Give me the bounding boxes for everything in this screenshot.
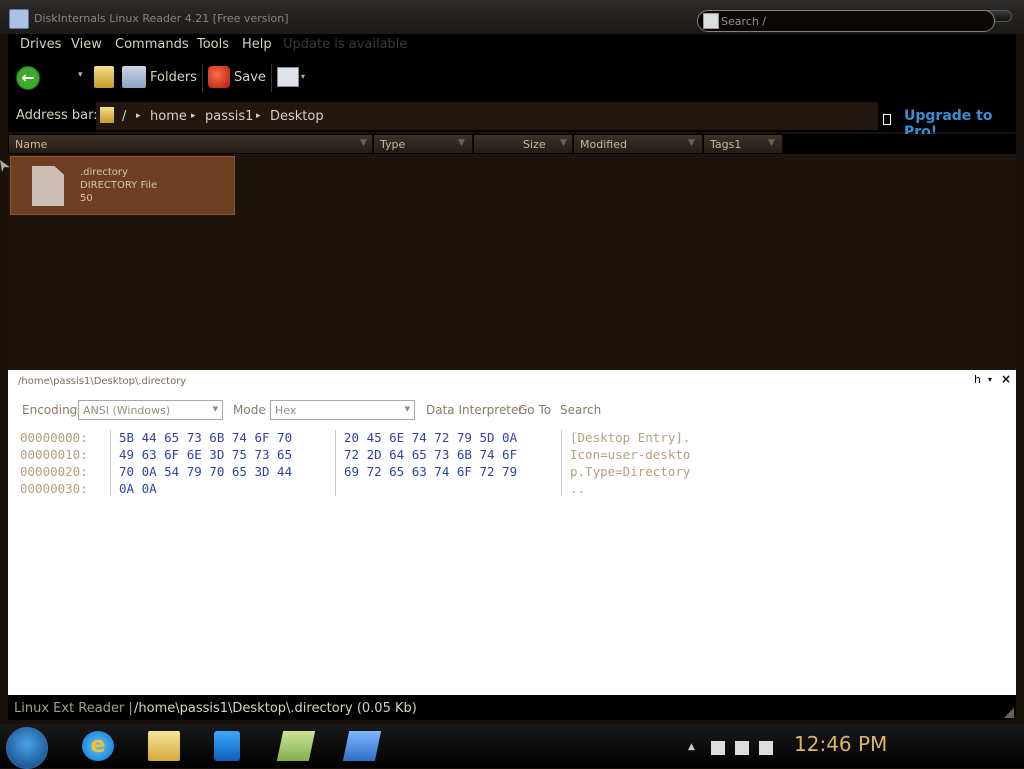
search-link[interactable]: Search [560, 403, 601, 417]
hex-offset: 00000020: [20, 464, 88, 479]
column-type-label: Type [380, 138, 406, 151]
mode-value: Hex [275, 404, 297, 417]
linux-reader-taskbar-icon[interactable] [342, 731, 382, 761]
data-interpreter-link[interactable]: Data Interpreter [426, 403, 523, 417]
chevron-right-icon[interactable]: ▸ [136, 111, 141, 121]
start-button[interactable] [6, 727, 48, 769]
resize-grip[interactable] [1004, 708, 1014, 718]
action-center-icon[interactable] [711, 741, 725, 755]
folders-icon[interactable] [122, 66, 146, 88]
hex-viewer-path: /home\passis1\Desktop\.directory [18, 376, 187, 387]
folder-up-icon[interactable] [94, 66, 114, 88]
column-name[interactable]: Name ▼ [9, 135, 373, 153]
breadcrumb-home[interactable]: home [150, 109, 187, 124]
network-icon[interactable] [735, 741, 749, 755]
chevron-down-icon: ▼ [212, 405, 218, 413]
hex-ascii[interactable]: p.Type=Directory [570, 464, 690, 479]
hex-divider [110, 430, 111, 496]
upgrade-icon [883, 114, 891, 125]
toolbar-separator [202, 64, 203, 92]
save-button[interactable]: Save [234, 70, 266, 85]
volume-muted-icon[interactable] [759, 741, 773, 755]
breadcrumb-passis1[interactable]: passis1 [205, 109, 253, 124]
filter-icon[interactable]: ▼ [768, 138, 775, 148]
search-placeholder: Search / [721, 15, 766, 28]
hex-bytes[interactable]: 0A 0A [119, 481, 157, 496]
window-title: DiskInternals Linux Reader 4.21 [Free ve… [34, 12, 289, 25]
mode-label: Mode [233, 403, 266, 417]
view-mode-icon[interactable] [277, 67, 299, 87]
file-type: DIRECTORY File [80, 180, 158, 191]
menu-help[interactable]: Help [242, 37, 272, 52]
hex-bytes[interactable]: 72 2D 64 65 73 6B 74 6F [344, 447, 517, 462]
chevron-right-icon[interactable]: ▸ [256, 111, 261, 121]
column-tags-label: Tags1 [710, 138, 742, 151]
hex-divider [561, 430, 562, 496]
chevron-right-icon[interactable]: ▸ [191, 111, 196, 121]
column-name-label: Name [15, 138, 48, 151]
hex-offset: 00000000: [20, 430, 88, 445]
close-icon[interactable]: × [1001, 372, 1011, 386]
file-icon [32, 166, 64, 206]
filter-icon[interactable]: ▼ [360, 138, 367, 148]
column-modified[interactable]: Modified ▼ [574, 135, 703, 153]
view-dropdown-icon[interactable]: ▾ [301, 72, 305, 81]
menu-tools[interactable]: Tools [197, 37, 229, 52]
address-bar-label: Address bar: [16, 108, 98, 123]
hex-ascii[interactable]: Icon=user-deskto [570, 447, 690, 462]
update-notice[interactable]: Update is available [283, 37, 407, 52]
hex-offset: 00000030: [20, 481, 88, 496]
internet-explorer-icon[interactable]: e [82, 731, 114, 761]
search-icon [703, 13, 719, 29]
media-player-icon[interactable] [214, 731, 240, 761]
history-dropdown-icon[interactable]: ▾ [78, 70, 83, 80]
folder-icon [100, 107, 114, 123]
filter-icon[interactable]: ▼ [560, 138, 567, 148]
menu-view[interactable]: View [71, 37, 102, 52]
status-reader-name: Linux Ext Reader | [14, 701, 133, 716]
encoding-label: Encoding [22, 403, 78, 417]
save-icon[interactable] [208, 66, 230, 88]
hex-bytes[interactable]: 70 0A 54 79 70 65 3D 44 [119, 464, 292, 479]
panel-menu-icon[interactable]: ▾ [988, 375, 992, 384]
encoding-select[interactable]: ANSI (Windows) ▼ [78, 400, 223, 420]
file-name: .directory [80, 167, 128, 178]
hex-offset: 00000010: [20, 447, 88, 462]
menu-commands[interactable]: Commands [115, 37, 189, 52]
hex-ascii[interactable]: [Desktop Entry]. [570, 430, 690, 445]
chevron-down-icon: ▼ [404, 405, 410, 413]
hex-bytes[interactable]: 49 63 6F 6E 3D 75 73 65 [119, 447, 292, 462]
encoding-value: ANSI (Windows) [83, 404, 171, 417]
hex-bytes[interactable]: 69 72 65 63 74 6F 72 79 [344, 464, 517, 479]
taskbar-app-icon[interactable] [276, 731, 316, 761]
menu-bar: Drives View Commands Tools Help Update i… [8, 34, 1016, 56]
mode-select[interactable]: Hex ▼ [270, 400, 415, 420]
hex-divider [335, 430, 336, 496]
file-size: 50 [80, 193, 93, 204]
breadcrumb-desktop[interactable]: Desktop [270, 109, 324, 124]
hex-ascii[interactable]: .. [570, 481, 585, 496]
column-size[interactable]: Size ▼ [474, 135, 573, 153]
folders-button[interactable]: Folders [150, 70, 197, 85]
app-icon [9, 9, 29, 29]
go-to-link[interactable]: Go To [518, 403, 551, 417]
menu-drives[interactable]: Drives [20, 37, 61, 52]
tray-expand-icon[interactable]: ▲ [688, 742, 695, 752]
column-type[interactable]: Type ▼ [374, 135, 473, 153]
clock[interactable]: 12:46 PM [794, 732, 887, 756]
toolbar-separator [271, 64, 272, 92]
breadcrumb-root[interactable]: / [122, 109, 126, 124]
file-explorer-icon[interactable] [148, 731, 180, 761]
panel-pin-button[interactable]: h [974, 373, 981, 386]
filter-icon[interactable]: ▼ [458, 138, 465, 148]
status-file-path: /home\passis1\Desktop\.directory (0.05 K… [134, 701, 417, 716]
toolbar: ← ▾ Folders Save ▾ [8, 56, 1016, 100]
hex-bytes[interactable]: 5B 44 65 73 6B 74 6F 70 [119, 430, 292, 445]
column-size-label: Size [523, 138, 546, 151]
hex-bytes[interactable]: 20 45 6E 74 72 79 5D 0A [344, 430, 517, 445]
column-tags[interactable]: Tags1 ▼ [704, 135, 783, 153]
filter-icon[interactable]: ▼ [688, 138, 695, 148]
back-arrow-icon[interactable]: ← [16, 66, 40, 90]
column-modified-label: Modified [580, 138, 627, 151]
